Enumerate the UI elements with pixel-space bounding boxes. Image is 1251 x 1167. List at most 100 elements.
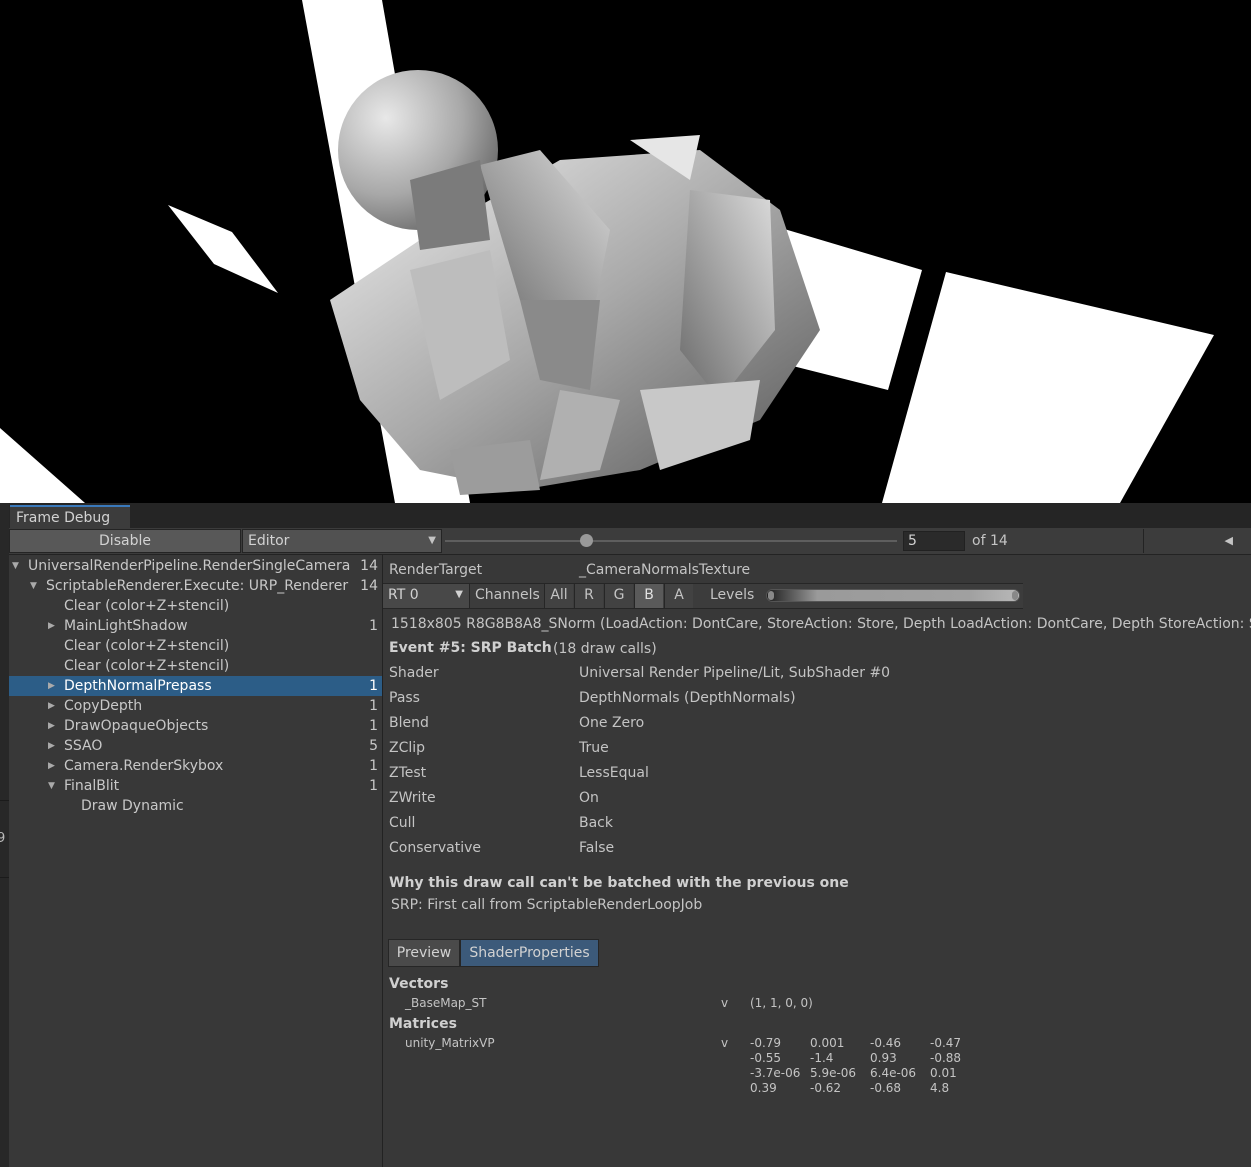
tree-row-label: FinalBlit [64, 778, 120, 794]
matrix-cell: 6.4e-06 [870, 1066, 917, 1080]
render-target-select[interactable]: RT 0 ▼ [383, 584, 470, 608]
tree-row[interactable]: ▼ ScriptableRenderer.Execute: URP_Rendere… [9, 576, 382, 596]
levels-label: Levels [710, 587, 755, 603]
foldout-expanded-icon[interactable]: ▼ [48, 776, 55, 796]
vector-name: _BaseMap_ST [405, 996, 487, 1010]
tree-row-label: UniversalRenderPipeline.RenderSingleCame… [28, 558, 351, 574]
matrix-cell: -0.62 [810, 1081, 842, 1095]
tab-frame-debug[interactable]: Frame Debug [10, 505, 130, 529]
chevron-down-icon: ▼ [428, 535, 436, 546]
previous-event-button[interactable]: ◀ [1143, 529, 1251, 553]
tree-row[interactable]: ▶ SSAO 5 [9, 736, 382, 756]
tree-row-label: DepthNormalPrepass [64, 678, 212, 694]
levels-min-handle[interactable] [768, 591, 774, 600]
matrix-cell: 0.93 [870, 1051, 897, 1065]
channel-all-button[interactable]: All [544, 584, 573, 608]
channels-label: Channels [475, 587, 540, 603]
property-key: ZTest [389, 765, 427, 781]
foldout-expanded-icon[interactable]: ▼ [12, 556, 19, 576]
tree-row[interactable]: ▶ MainLightShadow 1 [9, 616, 382, 636]
tree-row[interactable]: Clear (color+Z+stencil) [9, 636, 382, 656]
matrix-cell: 5.9e-06 [810, 1066, 857, 1080]
matrix-cell: -3.7e-06 [750, 1066, 801, 1080]
tree-row-label: Clear (color+Z+stencil) [64, 658, 230, 674]
foldout-collapsed-icon[interactable]: ▶ [48, 756, 55, 776]
tree-row-label: Clear (color+Z+stencil) [64, 638, 230, 654]
tree-row[interactable]: Draw Dynamic [9, 796, 382, 816]
event-number-field[interactable]: 5 [903, 531, 965, 551]
render-target-info: 1518x805 R8G8B8A8_SNorm (LoadAction: Don… [391, 616, 1251, 632]
batch-reason: SRP: First call from ScriptableRenderLoo… [391, 897, 703, 913]
tree-row[interactable]: ▶ CopyDepth 1 [9, 696, 382, 716]
channel-b-button[interactable]: B [634, 584, 663, 608]
property-value: LessEqual [579, 765, 649, 781]
tree-row[interactable]: ▶ DrawOpaqueObjects 1 [9, 716, 382, 736]
tree-row[interactable]: Clear (color+Z+stencil) [9, 596, 382, 616]
tree-row[interactable]: ▶ DepthNormalPrepass 1 [9, 676, 382, 696]
matrix-cell: -0.55 [750, 1051, 782, 1065]
foldout-collapsed-icon[interactable]: ▶ [48, 616, 55, 636]
disable-button[interactable]: Disable [9, 529, 241, 553]
tree-row-label: Camera.RenderSkybox [64, 758, 224, 774]
property-key: Shader [389, 665, 439, 681]
property-value: Back [579, 815, 613, 831]
matrix-cell: -0.88 [930, 1051, 962, 1065]
foldout-collapsed-icon[interactable]: ▶ [48, 716, 55, 736]
divider [0, 877, 9, 878]
tree-row[interactable]: ▼ FinalBlit 1 [9, 776, 382, 796]
left-panel-edge: 9 [0, 503, 9, 1167]
foldout-collapsed-icon[interactable]: ▶ [48, 696, 55, 716]
channel-r-button[interactable]: R [574, 584, 603, 608]
tab-shader-properties[interactable]: ShaderProperties [460, 939, 599, 967]
matrices-heading: Matrices [389, 1016, 457, 1032]
foldout-collapsed-icon[interactable]: ▶ [48, 736, 55, 756]
render-target-label: RenderTarget [389, 562, 483, 578]
tree-row[interactable]: ▶ Camera.RenderSkybox 1 [9, 756, 382, 776]
property-key: Cull [389, 815, 416, 831]
matrix-cell: -0.79 [750, 1036, 782, 1050]
render-target-select-value: RT 0 [388, 587, 419, 603]
tree-row-count: 1 [369, 618, 378, 634]
frame-debug-toolbar: Disable Editor ▼ 5 of 14 ◀ [9, 528, 1251, 555]
chevron-down-icon: ▼ [455, 589, 463, 600]
foldout-collapsed-icon[interactable]: ▶ [48, 676, 55, 696]
levels-max-handle[interactable] [1012, 591, 1018, 600]
event-details-panel: RenderTarget _CameraNormalsTexture RT 0 … [383, 555, 1251, 1167]
matrix-cell: 0.01 [930, 1066, 957, 1080]
channel-g-button[interactable]: G [604, 584, 633, 608]
levels-range-slider[interactable] [766, 589, 1020, 602]
frame-debug-window: 9 Frame Debug Disable Editor ▼ 5 of 14 ◀… [0, 503, 1251, 1167]
tree-row-count: 1 [369, 718, 378, 734]
tree-row-label: DrawOpaqueObjects [64, 718, 209, 734]
property-key: Conservative [389, 840, 482, 856]
matrix-cell: -0.46 [870, 1036, 902, 1050]
tree-row-count: 1 [369, 758, 378, 774]
vectors-heading: Vectors [389, 976, 449, 992]
matrix-cell: -1.4 [810, 1051, 834, 1065]
batch-heading: Why this draw call can't be batched with… [389, 875, 849, 891]
channel-a-button[interactable]: A [664, 584, 693, 608]
target-dropdown-value: Editor [248, 533, 290, 549]
tab-preview[interactable]: Preview [388, 939, 460, 967]
tree-row-count: 1 [369, 698, 378, 714]
event-slider-thumb[interactable] [580, 534, 593, 547]
property-key: ZWrite [389, 790, 436, 806]
tree-row-count: 14 [360, 558, 378, 574]
property-key: Blend [389, 715, 429, 731]
tree-row-label: MainLightShadow [64, 618, 188, 634]
matrix-cell: 0.001 [810, 1036, 845, 1050]
matrix-cell: 4.8 [930, 1081, 950, 1095]
tree-row-count: 1 [369, 778, 378, 794]
tree-row[interactable]: Clear (color+Z+stencil) [9, 656, 382, 676]
tree-row-count: 14 [360, 578, 378, 594]
event-title: Event #5: SRP Batch [389, 640, 552, 656]
target-dropdown[interactable]: Editor ▼ [242, 529, 442, 553]
vector-stage: v [721, 996, 729, 1010]
render-target-value: _CameraNormalsTexture [579, 562, 751, 578]
property-value: True [579, 740, 609, 756]
tree-row[interactable]: ▼ UniversalRenderPipeline.RenderSingleCam… [9, 556, 382, 576]
property-value: False [579, 840, 615, 856]
tree-row-label: ScriptableRenderer.Execute: URP_Renderer [46, 578, 349, 594]
event-slider-track[interactable] [445, 540, 897, 542]
foldout-expanded-icon[interactable]: ▼ [30, 576, 37, 596]
